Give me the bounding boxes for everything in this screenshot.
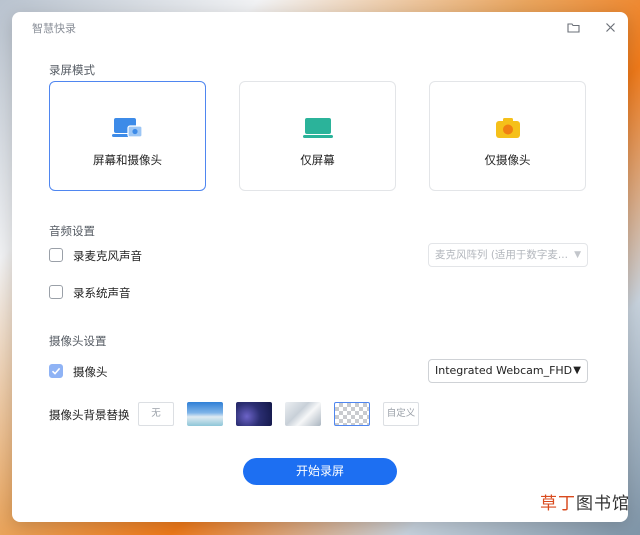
camera-device-select[interactable]: Integrated Webcam_FHD ▼ [428, 359, 588, 383]
titlebar: 智慧快录 [12, 12, 628, 42]
mode-label: 屏幕和摄像头 [93, 153, 162, 167]
watermark-part1: 草丁 [540, 494, 576, 514]
background-beach[interactable] [187, 402, 223, 426]
mode-screen-only[interactable]: 仅屏幕 [239, 81, 396, 191]
microphone-select-value: 麦克风阵列 (适用于数字麦... [435, 249, 568, 261]
background-transparent[interactable] [334, 402, 370, 426]
background-room[interactable] [285, 402, 321, 426]
mode-label: 仅摄像头 [484, 153, 531, 167]
app-title: 智慧快录 [32, 22, 76, 35]
recorder-window: 智慧快录 录屏模式 屏幕和摄像头 仅屏幕 仅摄像头 音频设置 录麦克风声音 麦克… [12, 12, 628, 522]
screen-camera-icon [111, 118, 143, 138]
mic-checkbox-label: 录麦克风声音 [73, 249, 142, 263]
camera-icon [495, 118, 520, 138]
system-audio-label: 录系统声音 [73, 286, 131, 300]
monitor-icon [302, 118, 333, 138]
camera-settings-label: 摄像头设置 [49, 334, 107, 348]
watermark: 草丁图书馆 [540, 489, 630, 514]
chevron-down-icon: ▼ [573, 365, 581, 376]
mode-screen-and-camera[interactable]: 屏幕和摄像头 [49, 81, 206, 191]
audio-settings-label: 音频设置 [49, 224, 95, 238]
start-recording-button[interactable]: 开始录屏 [243, 458, 397, 485]
chevron-down-icon: ▼ [574, 250, 581, 260]
folder-icon[interactable] [564, 18, 582, 36]
checkmark-icon [51, 367, 61, 375]
camera-background-label: 摄像头背景替换 [49, 408, 130, 422]
camera-device-value: Integrated Webcam_FHD [435, 364, 573, 377]
background-custom[interactable]: 自定义 [383, 402, 419, 426]
close-icon[interactable] [601, 18, 619, 36]
camera-checkbox[interactable] [49, 364, 63, 378]
camera-checkbox-label: 摄像头 [73, 365, 108, 379]
mode-label: 仅屏幕 [300, 153, 335, 167]
mode-camera-only[interactable]: 仅摄像头 [429, 81, 586, 191]
background-none[interactable]: 无 [138, 402, 174, 426]
record-mode-label: 录屏模式 [49, 63, 95, 77]
background-night-sky[interactable] [236, 402, 272, 426]
mic-checkbox[interactable] [49, 248, 63, 262]
microphone-select[interactable]: 麦克风阵列 (适用于数字麦... ▼ [428, 243, 588, 267]
watermark-part2: 图书馆 [576, 494, 630, 514]
system-audio-checkbox[interactable] [49, 285, 63, 299]
